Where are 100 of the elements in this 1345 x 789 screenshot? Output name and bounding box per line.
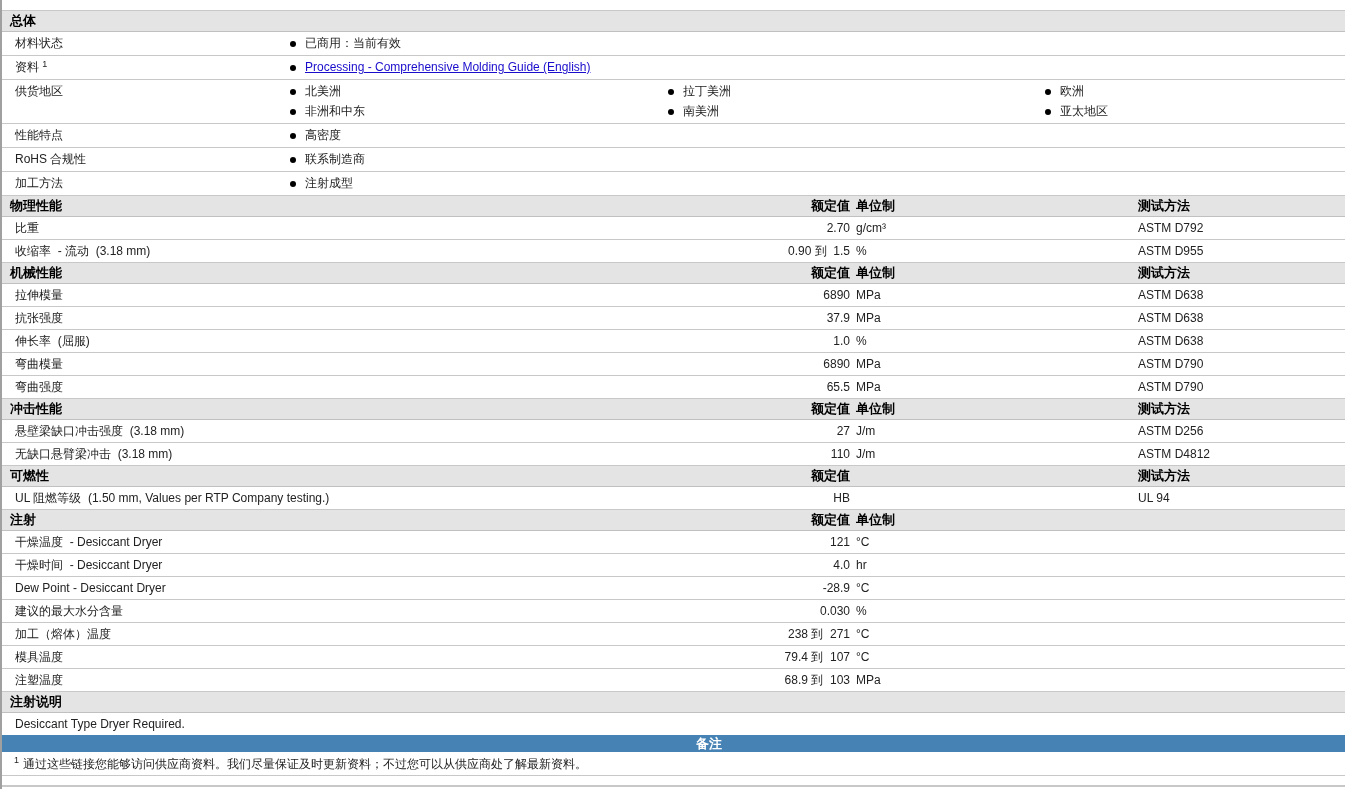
property-name: 伸长率 (屈服) [15, 333, 90, 350]
test-method: ASTM D256 [1138, 424, 1204, 438]
column-header: 单位制 [856, 198, 895, 214]
bullet-icon [290, 88, 296, 95]
unit-text: MPa [856, 357, 881, 371]
unit-text: hr [856, 558, 867, 572]
item-text: 联系制造商 [305, 152, 365, 167]
bullet-icon [290, 180, 296, 187]
property-value: 79.4 到 107 [784, 649, 850, 666]
property-value: 1.0 [833, 333, 850, 350]
property-name: 干燥温度 - Desiccant Dryer [15, 534, 163, 551]
property-value: 238 到 271 [787, 626, 850, 643]
property-name: Dew Point - Desiccant Dryer [15, 580, 166, 597]
section-title: 注射说明 [10, 693, 62, 712]
test-method: ASTM D638 [1138, 311, 1204, 325]
bullet-icon [668, 88, 674, 95]
test-method: ASTM D792 [1138, 221, 1204, 235]
property-name: 模具温度 [15, 649, 63, 666]
bullet-icon [290, 40, 296, 47]
item-text: 亚太地区 [1060, 104, 1108, 119]
document-link[interactable]: Processing - Comprehensive Molding Guide (English) [305, 60, 591, 75]
section-title: 可燃性 [10, 467, 49, 486]
notes-title: 备注 [694, 734, 722, 753]
column-header: 额定值 [811, 197, 850, 216]
property-value: 6890 [823, 356, 850, 373]
row-label: 性能特点 [14, 128, 64, 143]
property-value: 4.0 [833, 557, 850, 574]
unit-text: % [856, 604, 867, 618]
bullet-icon [290, 132, 296, 139]
row-label: 供货地区 [14, 84, 64, 100]
item-text: 欧洲 [1060, 84, 1084, 99]
property-value: 6890 [823, 287, 850, 304]
property-value: 0.030 [819, 603, 850, 620]
footnote-text: 通过这些链接您能够访问供应商资料。我们尽量保证及时更新资料；不过您可以从供应商处了解最新资料。 [23, 755, 587, 773]
property-name: 建议的最大水分含量 [15, 603, 123, 620]
item-text: 已商用：当前有效 [305, 36, 401, 51]
property-value: 0.90 到 1.5 [787, 243, 850, 260]
column-header: 单位制 [856, 401, 895, 417]
bullet-icon [1045, 88, 1051, 95]
unit-text: J/m [856, 447, 876, 461]
property-name: 弯曲模量 [15, 356, 63, 373]
test-method: ASTM D790 [1138, 357, 1204, 371]
property-value: 121 [829, 534, 850, 551]
note-text: Desiccant Type Dryer Required. [15, 716, 185, 733]
test-method: ASTM D790 [1138, 380, 1204, 394]
property-name: 注塑温度 [15, 672, 63, 689]
section-title: 机械性能 [10, 264, 62, 283]
unit-text: % [856, 334, 867, 348]
item-text: 非洲和中东 [305, 104, 365, 119]
test-method: ASTM D955 [1138, 244, 1204, 258]
property-name: UL 阻燃等级 (1.50 mm, Values per RTP Company testing.) [15, 490, 330, 507]
item-text: 高密度 [305, 128, 341, 143]
unit-text: °C [856, 581, 870, 595]
item-text: 拉丁美洲 [683, 84, 731, 99]
property-name: 悬壁梁缺口冲击强度 (3.18 mm) [15, 423, 185, 440]
test-method: UL 94 [1138, 491, 1170, 505]
column-header: 测试方法 [1138, 198, 1190, 214]
property-value: 27 [836, 423, 850, 440]
section-title: 物理性能 [10, 197, 62, 216]
property-name: 比重 [15, 220, 39, 237]
unit-text: MPa [856, 288, 881, 302]
section-title: 总体 [10, 12, 36, 31]
item-text: 南美洲 [683, 104, 719, 119]
property-value: 2.70 [826, 220, 850, 237]
column-header: 额定值 [811, 400, 850, 419]
bullet-icon [290, 156, 296, 163]
row-label: 材料状态 [14, 36, 64, 51]
property-name: 干燥时间 - Desiccant Dryer [15, 557, 163, 574]
column-header: 测试方法 [1138, 401, 1190, 417]
test-method: ASTM D4812 [1138, 447, 1211, 461]
property-value: -28.9 [822, 580, 850, 597]
test-method: ASTM D638 [1138, 334, 1204, 348]
unit-text: °C [856, 650, 870, 664]
property-name: 抗张强度 [15, 310, 63, 327]
property-value: 110 [830, 446, 850, 463]
property-value: HB [833, 490, 850, 507]
bullet-icon [290, 108, 296, 115]
unit-text: % [856, 244, 867, 258]
property-name: 加工（熔体）温度 [15, 626, 111, 643]
column-header: 测试方法 [1138, 468, 1190, 484]
row-label: 加工方法 [14, 176, 64, 191]
column-header: 单位制 [856, 512, 895, 528]
unit-text: °C [856, 535, 870, 549]
row-label: RoHS 合规性 [14, 152, 88, 167]
column-header: 测试方法 [1138, 265, 1190, 281]
property-value: 65.5 [826, 379, 850, 396]
unit-text: °C [856, 627, 870, 641]
property-name: 无缺口悬臂梁冲击 (3.18 mm) [15, 446, 173, 463]
item-text: 注射成型 [305, 176, 353, 191]
bullet-icon [1045, 108, 1051, 115]
property-name: 弯曲强度 [15, 379, 63, 396]
test-method: ASTM D638 [1138, 288, 1204, 302]
property-value: 68.9 到 103 [784, 672, 850, 689]
section-title: 冲击性能 [10, 400, 62, 419]
unit-text: MPa [856, 380, 881, 394]
column-header: 额定值 [811, 511, 850, 530]
unit-text: J/m [856, 424, 876, 438]
property-name: 拉伸模量 [15, 287, 63, 304]
column-header: 单位制 [856, 265, 895, 281]
property-value: 37.9 [826, 310, 850, 327]
